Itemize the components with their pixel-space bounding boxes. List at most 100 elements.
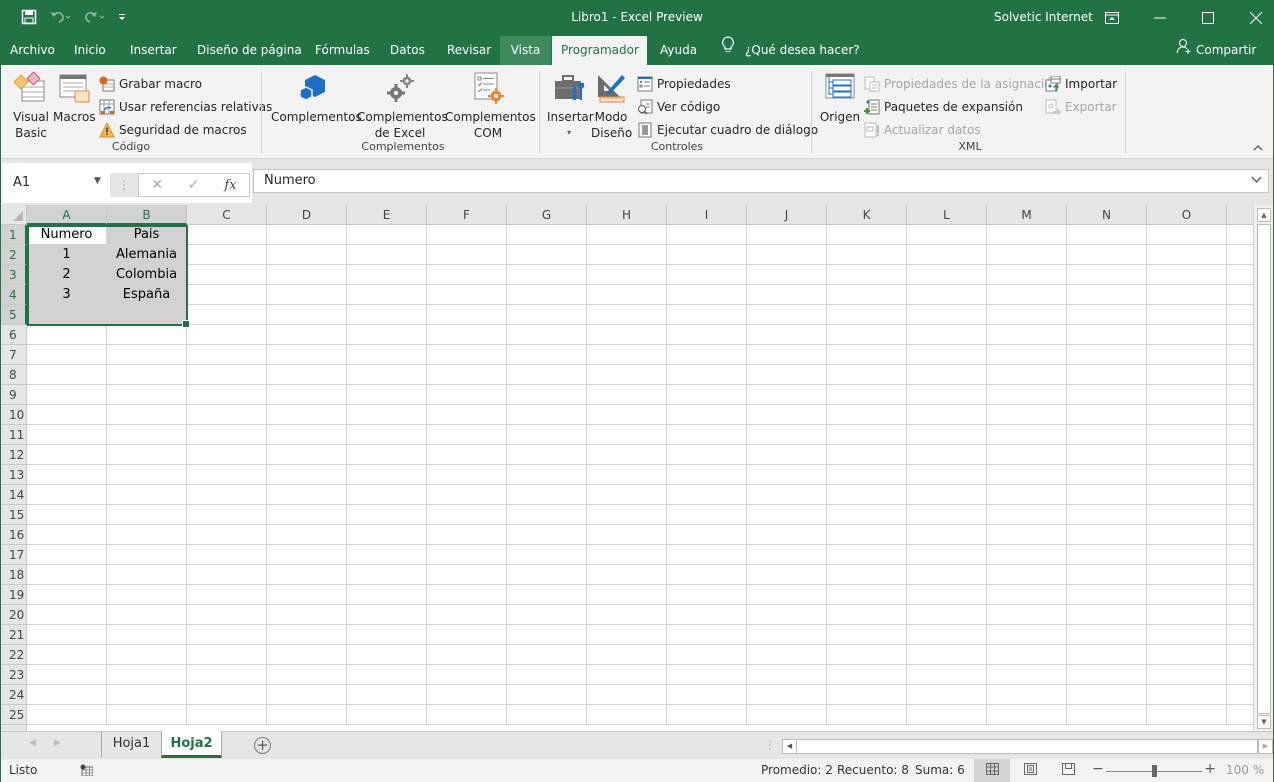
- cell-d3[interactable]: [267, 265, 347, 285]
- row-header-22[interactable]: 22: [1, 645, 27, 665]
- cell-b23[interactable]: [107, 665, 187, 685]
- cell-k24[interactable]: [827, 685, 907, 705]
- cell-b13[interactable]: [107, 465, 187, 485]
- cell-a12[interactable]: [27, 445, 107, 465]
- cell-e13[interactable]: [347, 465, 427, 485]
- cell-j1[interactable]: [747, 225, 827, 245]
- cell-g1[interactable]: [507, 225, 587, 245]
- cell-k9[interactable]: [827, 385, 907, 405]
- cell-b11[interactable]: [107, 425, 187, 445]
- cell-m8[interactable]: [987, 365, 1067, 385]
- cell-k6[interactable]: [827, 325, 907, 345]
- cell-k10[interactable]: [827, 405, 907, 425]
- cell-d2[interactable]: [267, 245, 347, 265]
- cell-i21[interactable]: [667, 625, 747, 645]
- cell-k8[interactable]: [827, 365, 907, 385]
- cell-g23[interactable]: [507, 665, 587, 685]
- cell-g10[interactable]: [507, 405, 587, 425]
- cell-a8[interactable]: [27, 365, 107, 385]
- cell-i7[interactable]: [667, 345, 747, 365]
- cell-k22[interactable]: [827, 645, 907, 665]
- cell-a24[interactable]: [27, 685, 107, 705]
- cell-n3[interactable]: [1067, 265, 1147, 285]
- cell-l13[interactable]: [907, 465, 987, 485]
- cell-j15[interactable]: [747, 505, 827, 525]
- row-header-21[interactable]: 21: [1, 625, 27, 645]
- usar-referencias-relativas-button[interactable]: Usar referencias relativas: [99, 97, 272, 117]
- cell-b15[interactable]: [107, 505, 187, 525]
- scroll-down-icon[interactable]: ▼: [1257, 715, 1271, 729]
- zoom-slider[interactable]: − +: [1092, 761, 1216, 779]
- cell-c22[interactable]: [187, 645, 267, 665]
- cell-b20[interactable]: [107, 605, 187, 625]
- origen-button[interactable]: Origen: [819, 69, 861, 125]
- macros-button[interactable]: Macros: [53, 69, 96, 125]
- cell-a11[interactable]: [27, 425, 107, 445]
- cell-h1[interactable]: [587, 225, 667, 245]
- cell-m23[interactable]: [987, 665, 1067, 685]
- cell-m13[interactable]: [987, 465, 1067, 485]
- column-header-o[interactable]: O: [1147, 205, 1227, 225]
- cancel-icon[interactable]: ✕: [151, 177, 163, 193]
- row-header-1[interactable]: 1: [1, 225, 27, 245]
- row-header-14[interactable]: 14: [1, 485, 27, 505]
- cell-e21[interactable]: [347, 625, 427, 645]
- cell-c4[interactable]: [187, 285, 267, 305]
- cell-i18[interactable]: [667, 565, 747, 585]
- cell-m10[interactable]: [987, 405, 1067, 425]
- seguridad-de-macros-button[interactable]: Seguridad de macros: [99, 120, 247, 140]
- cell-j9[interactable]: [747, 385, 827, 405]
- cell-o4[interactable]: [1147, 285, 1227, 305]
- cell-i16[interactable]: [667, 525, 747, 545]
- cell-e12[interactable]: [347, 445, 427, 465]
- cell-o3[interactable]: [1147, 265, 1227, 285]
- cell-j18[interactable]: [747, 565, 827, 585]
- cell-d14[interactable]: [267, 485, 347, 505]
- cell-c9[interactable]: [187, 385, 267, 405]
- cell-n13[interactable]: [1067, 465, 1147, 485]
- cell-i20[interactable]: [667, 605, 747, 625]
- cell-i23[interactable]: [667, 665, 747, 685]
- cell-h2[interactable]: [587, 245, 667, 265]
- cell-f5[interactable]: [427, 305, 507, 325]
- cell-f11[interactable]: [427, 425, 507, 445]
- cell-d7[interactable]: [267, 345, 347, 365]
- cell-d16[interactable]: [267, 525, 347, 545]
- cell-c20[interactable]: [187, 605, 267, 625]
- cell-m19[interactable]: [987, 585, 1067, 605]
- cell-g20[interactable]: [507, 605, 587, 625]
- cell-g16[interactable]: [507, 525, 587, 545]
- cell-n15[interactable]: [1067, 505, 1147, 525]
- tab-formulas[interactable]: Fórmulas: [306, 36, 379, 65]
- cell-l8[interactable]: [907, 365, 987, 385]
- cell-m4[interactable]: [987, 285, 1067, 305]
- row-header-7[interactable]: 7: [1, 345, 27, 365]
- cell-e25[interactable]: [347, 705, 427, 725]
- cell-h8[interactable]: [587, 365, 667, 385]
- cell-g24[interactable]: [507, 685, 587, 705]
- column-header-n[interactable]: N: [1067, 205, 1147, 225]
- cell-f18[interactable]: [427, 565, 507, 585]
- visual-basic-button[interactable]: Visual Basic: [9, 69, 53, 141]
- cell-b18[interactable]: [107, 565, 187, 585]
- complementos-button[interactable]: Complementos: [271, 69, 362, 125]
- cell-i3[interactable]: [667, 265, 747, 285]
- cell-h18[interactable]: [587, 565, 667, 585]
- cell-b12[interactable]: [107, 445, 187, 465]
- cell-e10[interactable]: [347, 405, 427, 425]
- normal-view-button[interactable]: [974, 759, 1010, 782]
- vertical-scrollbar[interactable]: ▲ ▼: [1253, 205, 1273, 731]
- enter-icon[interactable]: ✓: [188, 177, 200, 193]
- cell-f25[interactable]: [427, 705, 507, 725]
- cell-e6[interactable]: [347, 325, 427, 345]
- cell-c17[interactable]: [187, 545, 267, 565]
- cell-f14[interactable]: [427, 485, 507, 505]
- cell-g4[interactable]: [507, 285, 587, 305]
- horizontal-scrollbar[interactable]: ◀ ▶: [782, 739, 1273, 754]
- cell-g19[interactable]: [507, 585, 587, 605]
- cell-l20[interactable]: [907, 605, 987, 625]
- cell-j10[interactable]: [747, 405, 827, 425]
- scroll-right-icon[interactable]: ▶: [1258, 739, 1273, 754]
- cell-e9[interactable]: [347, 385, 427, 405]
- cell-k23[interactable]: [827, 665, 907, 685]
